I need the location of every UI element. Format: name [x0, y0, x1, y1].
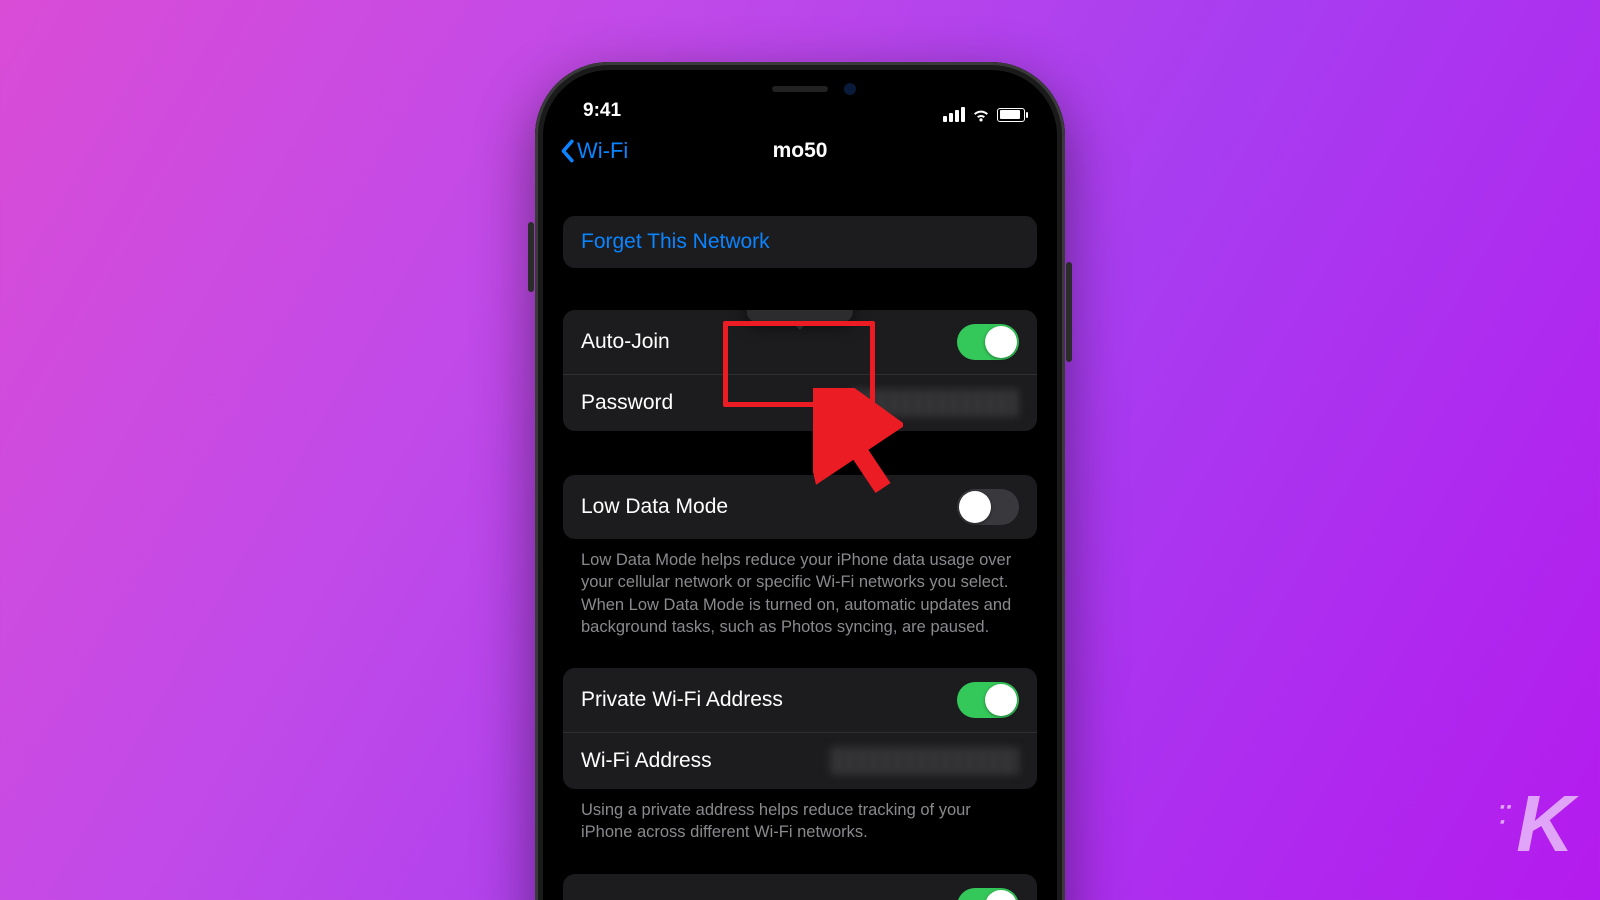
- low-data-mode-row: Low Data Mode: [563, 475, 1037, 539]
- partial-row: [563, 874, 1037, 900]
- partial-toggle[interactable]: [957, 888, 1019, 900]
- private-wifi-label: Private Wi-Fi Address: [581, 688, 783, 712]
- group-autojoin-password: Auto-Join Copy Password: [563, 310, 1037, 431]
- password-label: Password: [581, 391, 673, 415]
- group-private-wifi: Private Wi-Fi Address Wi-Fi Address: [563, 668, 1037, 789]
- password-value-blurred: [849, 389, 1019, 417]
- phone-frame: 9:41 Wi-Fi mo50 Forget This Network: [535, 62, 1065, 900]
- wifi-address-row[interactable]: Wi-Fi Address: [563, 732, 1037, 789]
- cellular-signal-icon: [943, 107, 965, 122]
- copy-icon: [765, 310, 783, 311]
- forget-network-label: Forget This Network: [581, 230, 770, 254]
- auto-join-row: Auto-Join Copy: [563, 310, 1037, 374]
- private-wifi-footer: Using a private address helps reduce tra…: [563, 789, 1037, 844]
- back-button[interactable]: Wi-Fi: [559, 138, 628, 164]
- auto-join-label: Auto-Join: [581, 330, 670, 354]
- navigation-bar: Wi-Fi mo50: [545, 124, 1055, 178]
- battery-icon: [997, 108, 1025, 122]
- private-wifi-row: Private Wi-Fi Address: [563, 668, 1037, 732]
- partial-label: [581, 894, 587, 900]
- watermark-k: ∙∙∙ K: [1499, 778, 1570, 870]
- password-row[interactable]: Password: [563, 374, 1037, 431]
- group-low-data: Low Data Mode: [563, 475, 1037, 539]
- private-wifi-toggle[interactable]: [957, 682, 1019, 718]
- status-time: 9:41: [583, 100, 621, 122]
- copy-label: Copy: [791, 310, 835, 312]
- low-data-mode-toggle[interactable]: [957, 489, 1019, 525]
- wifi-address-label: Wi-Fi Address: [581, 749, 712, 773]
- low-data-mode-footer: Low Data Mode helps reduce your iPhone d…: [563, 539, 1037, 638]
- group-forget: Forget This Network: [563, 216, 1037, 268]
- chevron-left-icon: [559, 139, 575, 163]
- auto-join-toggle[interactable]: [957, 324, 1019, 360]
- notch: [690, 72, 910, 106]
- wifi-icon: [971, 107, 991, 122]
- group-partial: [563, 874, 1037, 900]
- phone-screen: 9:41 Wi-Fi mo50 Forget This Network: [545, 72, 1055, 900]
- copy-popover[interactable]: Copy: [747, 310, 853, 322]
- forget-network-button[interactable]: Forget This Network: [563, 216, 1037, 268]
- wifi-address-value-blurred: [829, 747, 1019, 775]
- low-data-mode-label: Low Data Mode: [581, 495, 728, 519]
- back-label: Wi-Fi: [577, 138, 628, 164]
